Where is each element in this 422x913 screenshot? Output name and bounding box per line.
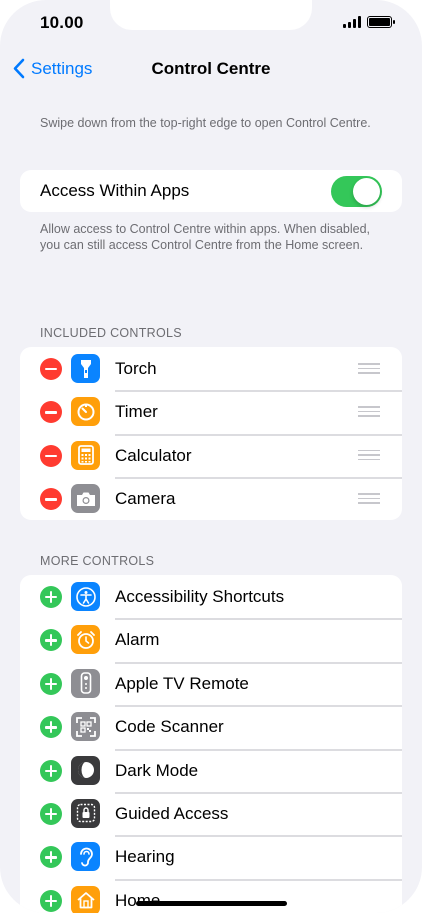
- add-button[interactable]: [40, 889, 62, 912]
- access-within-apps-footer: Allow access to Control Centre within ap…: [40, 222, 371, 252]
- control-label: Dark Mode: [115, 749, 402, 781]
- home-indicator[interactable]: [136, 901, 287, 906]
- control-row-home[interactable]: Home: [20, 878, 402, 913]
- more-controls-list: Accessibility Shortcuts Alarm Apple TV R…: [20, 575, 402, 913]
- remove-button[interactable]: [40, 401, 62, 424]
- alarm-icon: [71, 625, 100, 655]
- control-label: Guided Access: [115, 792, 402, 824]
- add-button[interactable]: [40, 716, 62, 739]
- included-controls-list: Torch Timer Calculator Camera: [20, 347, 402, 520]
- control-row-calculator[interactable]: Calculator: [20, 433, 402, 477]
- remove-button[interactable]: [40, 444, 62, 467]
- control-label: Apple TV Remote: [115, 662, 402, 694]
- signal-icon: [343, 16, 361, 28]
- reorder-handle-icon[interactable]: [358, 363, 380, 374]
- add-button[interactable]: [40, 629, 62, 652]
- control-row-code-scanner[interactable]: Code Scanner: [20, 705, 402, 748]
- control-label: Accessibility Shortcuts: [115, 587, 285, 606]
- control-row-camera[interactable]: Camera: [20, 477, 402, 520]
- control-row-apple-tv-remote[interactable]: Apple TV Remote: [20, 661, 402, 705]
- timer-icon: [71, 397, 100, 427]
- intro-text: Swipe down from the top-right edge to op…: [40, 116, 371, 130]
- page-title: Control Centre: [151, 59, 271, 78]
- control-label: Code Scanner: [115, 706, 402, 737]
- add-button[interactable]: [40, 846, 62, 869]
- remove-button[interactable]: [40, 488, 62, 511]
- reorder-handle-icon[interactable]: [358, 449, 380, 461]
- phone-screen: 10.00 Settings Control Centre Swipe down…: [0, 0, 422, 913]
- access-within-apps-label: Access Within Apps: [40, 181, 190, 200]
- control-row-torch[interactable]: Torch: [20, 347, 402, 390]
- status-icons: [343, 16, 395, 28]
- add-button[interactable]: [40, 759, 62, 782]
- control-row-hearing[interactable]: Hearing: [20, 835, 402, 878]
- tv-remote-icon: [71, 668, 100, 698]
- control-row-timer[interactable]: Timer: [20, 390, 402, 433]
- control-label: Alarm: [115, 619, 402, 650]
- calculator-icon: [71, 440, 100, 470]
- control-row-guided-access[interactable]: Guided Access: [20, 791, 402, 835]
- battery-icon: [367, 16, 395, 28]
- more-controls-header: MORE CONTROLS: [40, 554, 155, 568]
- control-label: Hearing: [115, 836, 402, 867]
- accessibility-icon: [71, 582, 100, 611]
- notch: [110, 0, 312, 30]
- status-time: 10.00: [40, 13, 84, 32]
- home-icon: [71, 885, 100, 913]
- navigation-bar: Settings Control Centre: [0, 52, 422, 86]
- add-button[interactable]: [40, 802, 62, 825]
- add-button[interactable]: [40, 672, 62, 695]
- control-row-alarm[interactable]: Alarm: [20, 618, 402, 661]
- code-scanner-icon: [71, 712, 100, 742]
- remove-button[interactable]: [40, 358, 62, 380]
- control-row-dark-mode[interactable]: Dark Mode: [20, 748, 402, 792]
- guided-access-icon: [71, 798, 100, 828]
- torch-icon: [71, 354, 100, 383]
- included-controls-header: INCLUDED CONTROLS: [40, 326, 182, 340]
- control-row-accessibility-shortcuts[interactable]: Accessibility Shortcuts: [20, 575, 402, 618]
- dark-mode-icon: [71, 755, 100, 785]
- camera-icon: [71, 484, 100, 514]
- access-within-apps-toggle[interactable]: [331, 176, 382, 207]
- access-within-apps-group: Access Within Apps: [20, 170, 402, 212]
- hearing-icon: [71, 842, 100, 872]
- add-button[interactable]: [40, 586, 62, 608]
- access-within-apps-row: Access Within Apps: [20, 170, 402, 212]
- reorder-handle-icon[interactable]: [358, 493, 380, 504]
- reorder-handle-icon[interactable]: [358, 406, 380, 417]
